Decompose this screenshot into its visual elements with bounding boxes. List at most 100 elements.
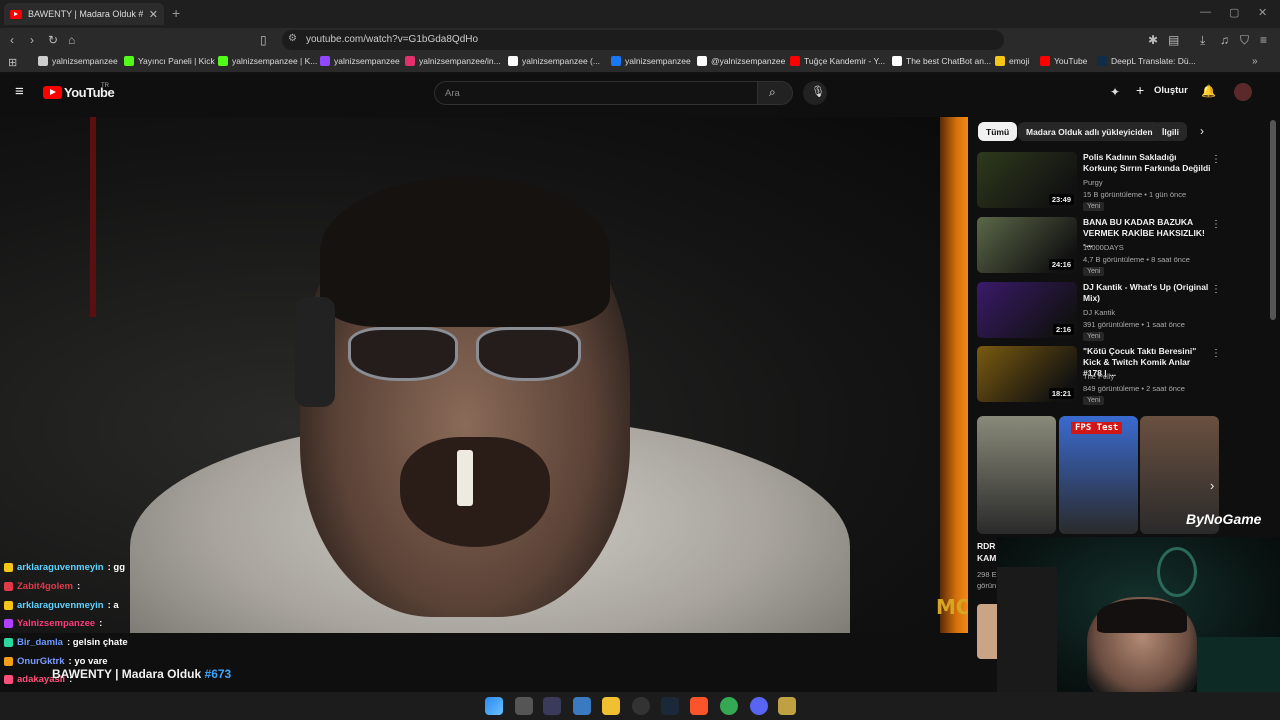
browser-tab[interactable]: BAWENTY | Madara Olduk #673 ✕: [4, 3, 164, 25]
reload-icon[interactable]: ↻: [48, 33, 58, 47]
studio-icon[interactable]: ✦: [1110, 85, 1120, 99]
channel-name[interactable]: DJ Kantik: [1083, 308, 1115, 318]
chat-username[interactable]: Zabit4golem: [17, 581, 73, 592]
channel-name[interactable]: Purgy: [1083, 178, 1103, 188]
filter-chip[interactable]: Tümü: [978, 122, 1018, 141]
chat-username[interactable]: Yalnizsempanzee: [17, 618, 95, 629]
file-explorer-icon[interactable]: [602, 697, 620, 715]
stream-number[interactable]: #673: [205, 667, 232, 681]
chips-next-icon[interactable]: ›: [1200, 124, 1204, 138]
bookmark-label: @yalnizsempanzee: [711, 56, 786, 66]
bookmark-item[interactable]: yalnizsempanzee: [38, 56, 118, 66]
task-view-icon[interactable]: [515, 697, 533, 715]
tab-close-icon[interactable]: ✕: [149, 8, 158, 21]
filter-chip[interactable]: İlgili: [1154, 122, 1187, 141]
account-avatar[interactable]: [1234, 83, 1252, 101]
back-icon[interactable]: ‹: [10, 33, 14, 47]
video-thumbnail[interactable]: 24:16: [977, 217, 1077, 273]
bookmark-label: YouTube: [1054, 56, 1088, 66]
vpn-icon[interactable]: ⛉: [1240, 33, 1249, 48]
bookmark-item[interactable]: yalnizsempanzee: [320, 56, 400, 66]
menu-icon[interactable]: ≡: [1260, 33, 1267, 47]
short-thumbnail[interactable]: [977, 416, 1056, 534]
shorts-next-icon[interactable]: ›: [1210, 478, 1214, 493]
video-meta: 391 görüntüleme • 1 saat önce: [1083, 320, 1185, 329]
search-input[interactable]: Ara: [434, 81, 758, 105]
more-actions-icon[interactable]: ⋮: [1211, 348, 1221, 359]
partial-rec-title[interactable]: RDR KAM: [977, 540, 997, 564]
brave-icon[interactable]: [690, 697, 708, 715]
search-button[interactable]: ⌕: [757, 81, 793, 105]
more-actions-icon[interactable]: ⋮: [1211, 154, 1221, 165]
chat-text: : gg: [107, 562, 126, 573]
youtube-logo-icon[interactable]: [43, 86, 62, 99]
bookmark-item[interactable]: YouTube: [1040, 56, 1087, 66]
recommendation-item[interactable]: 24:16 BANA BU KADAR BAZUKA VERMEK RAKİBE …: [977, 217, 1277, 276]
bookmark-item[interactable]: Yayıncı Paneli | Kick: [124, 56, 215, 66]
recommendation-item[interactable]: 23:49 Polis Kadının Sakladığı Korkunç Sır…: [977, 152, 1277, 211]
home-icon[interactable]: ⌂: [68, 33, 75, 47]
steam-icon[interactable]: [661, 697, 679, 715]
bookmark-favicon-icon: [892, 56, 902, 66]
video-title[interactable]: DJ Kantik - What's Up (Original Mix): [1083, 282, 1211, 304]
discord-icon[interactable]: [750, 697, 768, 715]
start-icon[interactable]: [485, 697, 503, 715]
obs-icon[interactable]: [632, 697, 650, 715]
bookmark-icon[interactable]: ▯: [260, 33, 267, 47]
maximize-icon[interactable]: ▢: [1229, 6, 1239, 19]
downloads-icon[interactable]: ⤓: [1200, 33, 1205, 48]
media-icon[interactable]: ♫: [1220, 33, 1229, 47]
guide-menu-icon[interactable]: ≡: [15, 83, 24, 100]
address-bar[interactable]: ⚙ youtube.com/watch?v=G1bGda8QdHo: [282, 30, 1004, 50]
voice-search-button[interactable]: 🎙: [803, 81, 827, 105]
bookmarks-overflow-icon[interactable]: »: [1252, 56, 1258, 67]
stream-title: BAWENTY | Madara Olduk #673: [52, 667, 231, 681]
window-close-icon[interactable]: ✕: [1258, 6, 1267, 19]
chat-text: :: [76, 581, 81, 592]
forward-icon[interactable]: ›: [30, 33, 34, 47]
create-plus-icon[interactable]: +: [1136, 82, 1144, 98]
chat-username[interactable]: OnurGktrk: [17, 656, 65, 667]
channel-watermark[interactable]: MO: [936, 595, 968, 619]
chat-username[interactable]: arklaraguvenmeyin: [17, 600, 104, 611]
recommendation-item[interactable]: 18:21 "Kötü Çocuk Taktı Beresini" Kick & …: [977, 346, 1277, 405]
photos-icon[interactable]: [573, 697, 591, 715]
app-icon-1[interactable]: [543, 697, 561, 715]
bookmark-item[interactable]: The best ChatBot an...: [892, 56, 991, 66]
bookmark-item[interactable]: Tuğçe Kandemir - Y...: [790, 56, 885, 66]
minimize-icon[interactable]: —: [1200, 6, 1211, 18]
chat-username[interactable]: arklaraguvenmeyin: [17, 562, 104, 573]
site-info-icon[interactable]: ⚙: [288, 33, 297, 44]
more-actions-icon[interactable]: ⋮: [1211, 284, 1221, 295]
video-thumbnail[interactable]: 18:21: [977, 346, 1077, 402]
apps-grid-icon[interactable]: ⊞: [8, 56, 17, 69]
extensions-icon[interactable]: ✱: [1148, 33, 1158, 47]
bookmark-item[interactable]: DeepL Translate: Dü...: [1097, 56, 1196, 66]
video-duration: 2:16: [1052, 324, 1074, 335]
app-icon-2[interactable]: [778, 697, 796, 715]
video-player[interactable]: MO: [0, 117, 968, 633]
video-title[interactable]: Polis Kadının Sakladığı Korkunç Sırrın F…: [1083, 152, 1211, 174]
bookmark-item[interactable]: yalnizsempanzee/in...: [405, 56, 501, 66]
more-actions-icon[interactable]: ⋮: [1211, 219, 1221, 230]
notifications-icon[interactable]: 🔔: [1201, 84, 1216, 98]
channel-name[interactable]: The Pelly: [1083, 372, 1114, 382]
chrome-icon[interactable]: [720, 697, 738, 715]
recommendation-item[interactable]: 2:16 DJ Kantik - What's Up (Original Mix)…: [977, 282, 1277, 341]
partial-rec-thumbnail[interactable]: [977, 604, 997, 659]
video-thumbnail[interactable]: 2:16: [977, 282, 1077, 338]
filter-chip[interactable]: Madara Olduk adlı yükleyiciden: [1018, 122, 1161, 141]
bookmark-item[interactable]: emoji: [995, 56, 1029, 66]
bookmark-item[interactable]: @yalnizsempanzee: [697, 56, 785, 66]
sidebar-icon[interactable]: ▤: [1168, 33, 1179, 47]
bookmark-item[interactable]: yalnizsempanzee | K...: [218, 56, 317, 66]
bookmark-item[interactable]: yalnizsempanzee (...: [508, 56, 600, 66]
video-thumbnail[interactable]: 23:49: [977, 152, 1077, 208]
bookmark-item[interactable]: yalnizsempanzee: [611, 56, 691, 66]
channel-name[interactable]: 10000DAYS: [1083, 243, 1124, 253]
new-tab-button[interactable]: +: [172, 5, 180, 21]
page-scrollbar[interactable]: [1270, 120, 1276, 320]
chat-username[interactable]: Bir_damla: [17, 637, 63, 648]
short-thumbnail[interactable]: FPS Test: [1059, 416, 1138, 534]
create-button[interactable]: Oluştur: [1154, 85, 1188, 96]
